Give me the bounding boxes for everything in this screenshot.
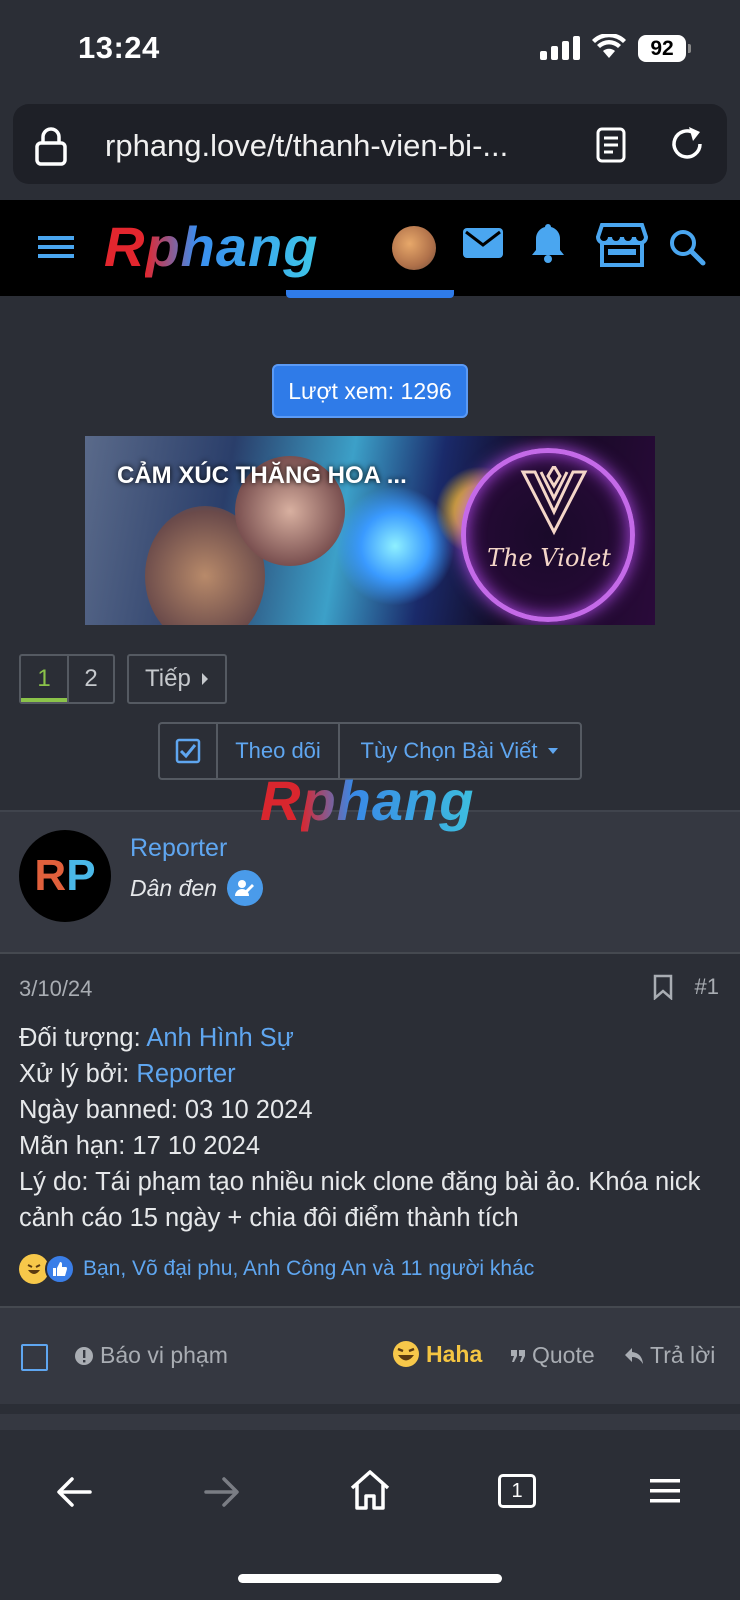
banned-date-line: Ngày banned: 03 10 2024	[19, 1096, 313, 1124]
handler-user-link[interactable]: Reporter	[136, 1060, 235, 1088]
bookmark-icon[interactable]	[653, 974, 673, 1000]
violet-logo-icon	[520, 466, 588, 536]
reply-button[interactable]: Trả lời	[624, 1342, 715, 1369]
post-number[interactable]: #1	[695, 974, 719, 1000]
avatar-initial: P	[66, 851, 96, 900]
active-tab-indicator	[286, 290, 454, 298]
mail-icon[interactable]	[462, 226, 504, 260]
select-post-checkbox[interactable]	[21, 1344, 48, 1371]
author-role-label: Dân đen	[130, 874, 217, 901]
select-thread-checkbox[interactable]	[160, 724, 218, 778]
reader-icon[interactable]	[595, 126, 627, 164]
menu-icon[interactable]	[38, 232, 74, 262]
banner-brand: The Violet	[487, 544, 611, 572]
edit-badge-icon	[226, 870, 263, 906]
status-bar: 13:24 92	[0, 0, 740, 100]
page-1-link[interactable]: 1	[21, 656, 67, 702]
post-footer: Báo vi phạm Haha Quote Trả lời	[0, 1306, 740, 1404]
next-page-label: Tiếp	[145, 665, 191, 692]
reload-icon[interactable]	[667, 124, 707, 164]
search-icon[interactable]	[668, 228, 706, 266]
post-separator	[0, 1414, 740, 1430]
author-name-link[interactable]: Reporter	[130, 834, 227, 863]
quote-button[interactable]: Quote	[510, 1342, 595, 1369]
watermark-first-letter: R	[260, 769, 302, 832]
store-icon[interactable]	[596, 222, 648, 268]
reply-icon	[625, 1347, 643, 1364]
home-indicator	[238, 1574, 502, 1583]
target-label: Đối tượng:	[19, 1024, 147, 1052]
status-time: 13:24	[78, 30, 160, 65]
author-avatar[interactable]: RP	[19, 830, 111, 922]
expiry-line: Mãn hạn: 17 10 2024	[19, 1132, 261, 1160]
warning-icon	[75, 1346, 93, 1365]
post-body: Đối tượng: Anh Hình Sự Xử lý bởi: Report…	[19, 1020, 731, 1236]
home-icon[interactable]	[348, 1468, 392, 1512]
back-icon[interactable]	[54, 1472, 94, 1512]
views-counter: Lượt xem: 1296	[272, 364, 468, 418]
banner-ad[interactable]: CẢM XÚC THĂNG HOA ... The Violet	[85, 436, 655, 625]
bell-icon[interactable]	[530, 222, 566, 264]
watermark-logo: Rphang	[260, 768, 474, 833]
logo-rest: phang	[145, 215, 319, 278]
post-meta: 3/10/24 #1	[19, 974, 719, 1002]
report-label: Báo vi phạm	[100, 1342, 228, 1368]
laugh-emoji-icon	[393, 1341, 419, 1367]
lock-icon	[35, 127, 67, 166]
battery-indicator: 92	[638, 35, 691, 62]
like-icon	[45, 1254, 75, 1284]
reactions-text: Bạn, Võ đại phu, Anh Công An và 11 người…	[83, 1257, 535, 1280]
post: RP Reporter Dân đen 3/10/24 #1 Đối tượng…	[0, 810, 740, 1404]
thread-options-label: Tùy Chọn Bài Viết	[360, 738, 538, 763]
logo-first-letter: R	[104, 215, 146, 278]
signal-icon	[540, 36, 580, 60]
quote-label: Quote	[532, 1342, 595, 1368]
target-line: Đối tượng: Anh Hình Sự	[19, 1020, 731, 1056]
next-page-button[interactable]: Tiếp	[127, 654, 227, 704]
hamburger-icon[interactable]	[648, 1476, 682, 1506]
site-navbar: Rphang	[0, 200, 740, 296]
pagination: 1 2 Tiếp	[19, 654, 227, 704]
caret-right-icon	[201, 673, 208, 685]
url-text[interactable]: rphang.love/t/thanh-vien-bi-...	[105, 128, 508, 164]
post-date[interactable]: 3/10/24	[19, 976, 92, 1001]
haha-reaction-button[interactable]: Haha	[392, 1340, 482, 1368]
caret-down-icon	[548, 748, 559, 754]
author-role: Dân đen	[130, 870, 263, 906]
checkbox-icon	[175, 738, 201, 764]
avatar-initial: R	[34, 851, 67, 900]
reactions-summary[interactable]: Bạn, Võ đại phu, Anh Công An và 11 người…	[19, 1254, 534, 1284]
watermark-rest: phang	[301, 769, 475, 832]
reason-line: Lý do: Tái phạm tạo nhiều nick clone đăn…	[19, 1168, 701, 1232]
site-logo[interactable]: Rphang	[104, 214, 318, 279]
page-2-link[interactable]: 2	[67, 656, 113, 702]
banner-caption: CẢM XÚC THĂNG HOA ...	[117, 462, 407, 489]
target-user-link[interactable]: Anh Hình Sự	[146, 1024, 293, 1052]
reply-label: Trả lời	[650, 1342, 716, 1368]
quote-icon	[511, 1349, 525, 1362]
address-bar[interactable]: rphang.love/t/thanh-vien-bi-...	[13, 104, 727, 184]
tabs-button[interactable]: 1	[498, 1474, 536, 1508]
haha-label: Haha	[426, 1340, 483, 1367]
report-button[interactable]: Báo vi phạm	[74, 1342, 228, 1369]
forward-icon[interactable]	[202, 1472, 242, 1512]
user-avatar[interactable]	[392, 226, 436, 270]
handler-line: Xử lý bởi: Reporter	[19, 1056, 731, 1092]
handler-label: Xử lý bởi:	[19, 1060, 137, 1088]
wifi-icon	[592, 34, 626, 58]
